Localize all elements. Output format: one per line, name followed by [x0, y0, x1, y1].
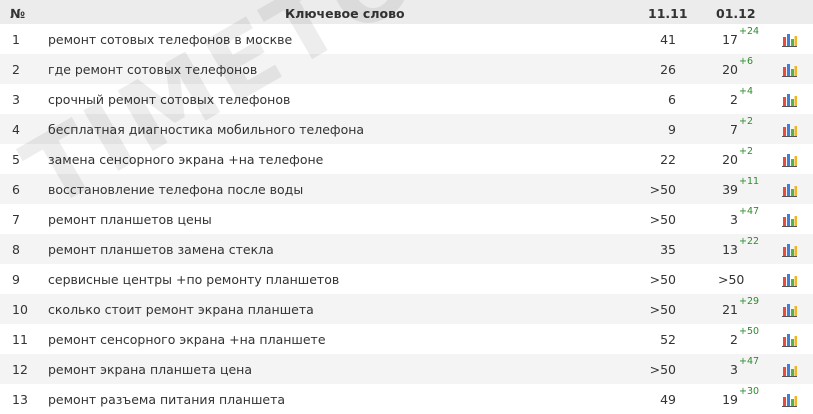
row-keyword: где ремонт сотовых телефонов — [48, 62, 258, 77]
table-row: 3 срочный ремонт сотовых телефонов 6 2 +4 — [0, 84, 813, 114]
row-keyword: ремонт экрана планшета цена — [48, 362, 253, 377]
table-row: 2 где ремонт сотовых телефонов 26 20 +6 — [0, 54, 813, 84]
row-position-date-2: 20 — [722, 152, 738, 167]
row-position-date-1: 6 — [668, 92, 676, 107]
row-position-date-1: 49 — [660, 392, 676, 407]
row-keyword: сервисные центры +по ремонту планшетов — [48, 272, 340, 287]
row-number: 3 — [12, 92, 20, 107]
row-position-date-2: 21 — [722, 302, 738, 317]
row-number: 6 — [12, 182, 20, 197]
row-number: 12 — [12, 362, 28, 377]
bar-chart-icon[interactable] — [782, 92, 797, 107]
row-position-change: +2 — [739, 116, 754, 127]
table-row: 9 сервисные центры +по ремонту планшетов >… — [0, 264, 813, 294]
bar-chart-icon[interactable] — [782, 122, 797, 137]
row-position-date-2: >50 — [718, 272, 745, 287]
row-position-date-2: 39 — [722, 182, 738, 197]
bar-chart-icon[interactable] — [782, 62, 797, 77]
bar-chart-icon[interactable] — [782, 362, 797, 377]
row-position-date-2: 2 — [730, 92, 738, 107]
row-position-change: +47 — [739, 206, 760, 217]
row-position-date-1: >50 — [649, 272, 676, 287]
bar-chart-icon[interactable] — [782, 392, 797, 407]
row-position-date-1: 41 — [660, 32, 676, 47]
bar-chart-icon[interactable] — [782, 182, 797, 197]
row-position-date-2: 2 — [730, 332, 738, 347]
header-date-1: 11.11 — [648, 6, 688, 21]
table-row: 1 ремонт сотовых телефонов в москве 41 17 +2… — [0, 24, 813, 54]
row-number: 9 — [12, 272, 20, 287]
row-position-change: +30 — [739, 386, 760, 397]
row-position-change: +47 — [739, 356, 760, 367]
row-keyword: ремонт разъема питания планшета — [48, 392, 286, 407]
row-position-date-2: 20 — [722, 62, 738, 77]
bar-chart-icon[interactable] — [782, 32, 797, 47]
row-keyword: восстановление телефона после воды — [48, 182, 304, 197]
header-number: № — [10, 6, 26, 21]
table-row: 10 сколько стоит ремонт экрана планшета >5… — [0, 294, 813, 324]
row-number: 2 — [12, 62, 20, 77]
table-body: 1 ремонт сотовых телефонов в москве 41 17 +2… — [0, 24, 813, 414]
row-number: 4 — [12, 122, 20, 137]
row-position-change: +24 — [739, 26, 760, 37]
bar-chart-icon[interactable] — [782, 152, 797, 167]
bar-chart-icon[interactable] — [782, 212, 797, 227]
row-position-date-1: 52 — [660, 332, 676, 347]
row-position-change: +2 — [739, 146, 754, 157]
row-keyword: бесплатная диагностика мобильного телефо… — [48, 122, 365, 137]
row-position-change: +6 — [739, 56, 754, 67]
bar-chart-icon[interactable] — [782, 242, 797, 257]
row-position-date-1: 9 — [668, 122, 676, 137]
row-keyword: срочный ремонт сотовых телефонов — [48, 92, 291, 107]
row-position-date-1: 35 — [660, 242, 676, 257]
table-header: № Ключевое слово 11.11 01.12 — [0, 0, 813, 24]
table-row: 11 ремонт сенсорного экрана +на планшете 5… — [0, 324, 813, 354]
row-position-date-1: 22 — [660, 152, 676, 167]
row-keyword: ремонт сотовых телефонов в москве — [48, 32, 293, 47]
row-position-date-2: 17 — [722, 32, 738, 47]
bar-chart-icon[interactable] — [782, 332, 797, 347]
table-row: 4 бесплатная диагностика мобильного телеф… — [0, 114, 813, 144]
bar-chart-icon[interactable] — [782, 272, 797, 287]
row-keyword: ремонт планшетов замена стекла — [48, 242, 274, 257]
row-position-date-2: 3 — [730, 362, 738, 377]
row-position-change: +4 — [739, 86, 754, 97]
table-row: 6 восстановление телефона после воды >50 39… — [0, 174, 813, 204]
table-row: 8 ремонт планшетов замена стекла 35 13 +22 — [0, 234, 813, 264]
row-position-date-1: >50 — [649, 182, 676, 197]
header-date-2: 01.12 — [716, 6, 756, 21]
row-keyword: замена сенсорного экрана +на телефоне — [48, 152, 324, 167]
row-number: 7 — [12, 212, 20, 227]
row-number: 11 — [12, 332, 28, 347]
row-position-date-1: >50 — [649, 212, 676, 227]
bar-chart-icon[interactable] — [782, 302, 797, 317]
row-position-date-2: 19 — [722, 392, 738, 407]
row-position-change: +22 — [739, 236, 760, 247]
row-number: 1 — [12, 32, 20, 47]
row-keyword: ремонт сенсорного экрана +на планшете — [48, 332, 326, 347]
row-keyword: сколько стоит ремонт экрана планшета — [48, 302, 314, 317]
row-keyword: ремонт планшетов цены — [48, 212, 212, 227]
table-row: 12 ремонт экрана планшета цена >50 3 +47 — [0, 354, 813, 384]
row-position-date-1: 26 — [660, 62, 676, 77]
header-keyword: Ключевое слово — [285, 6, 405, 21]
row-position-date-1: >50 — [649, 302, 676, 317]
table-row: 5 замена сенсорного экрана +на телефоне 22… — [0, 144, 813, 174]
row-position-date-1: >50 — [649, 362, 676, 377]
table-row: 7 ремонт планшетов цены >50 3 +47 — [0, 204, 813, 234]
row-position-change: +29 — [739, 296, 760, 307]
row-number: 8 — [12, 242, 20, 257]
row-position-change: +11 — [739, 176, 760, 187]
row-number: 10 — [12, 302, 28, 317]
row-number: 5 — [12, 152, 20, 167]
row-position-date-2: 13 — [722, 242, 738, 257]
keyword-positions-table: № Ключевое слово 11.11 01.12 1 ремонт сот… — [0, 0, 813, 414]
table-row: 13 ремонт разъема питания планшета 49 19 +30 — [0, 384, 813, 414]
row-number: 13 — [12, 392, 28, 407]
row-position-date-2: 7 — [730, 122, 738, 137]
row-position-date-2: 3 — [730, 212, 738, 227]
row-position-change: +50 — [739, 326, 760, 337]
